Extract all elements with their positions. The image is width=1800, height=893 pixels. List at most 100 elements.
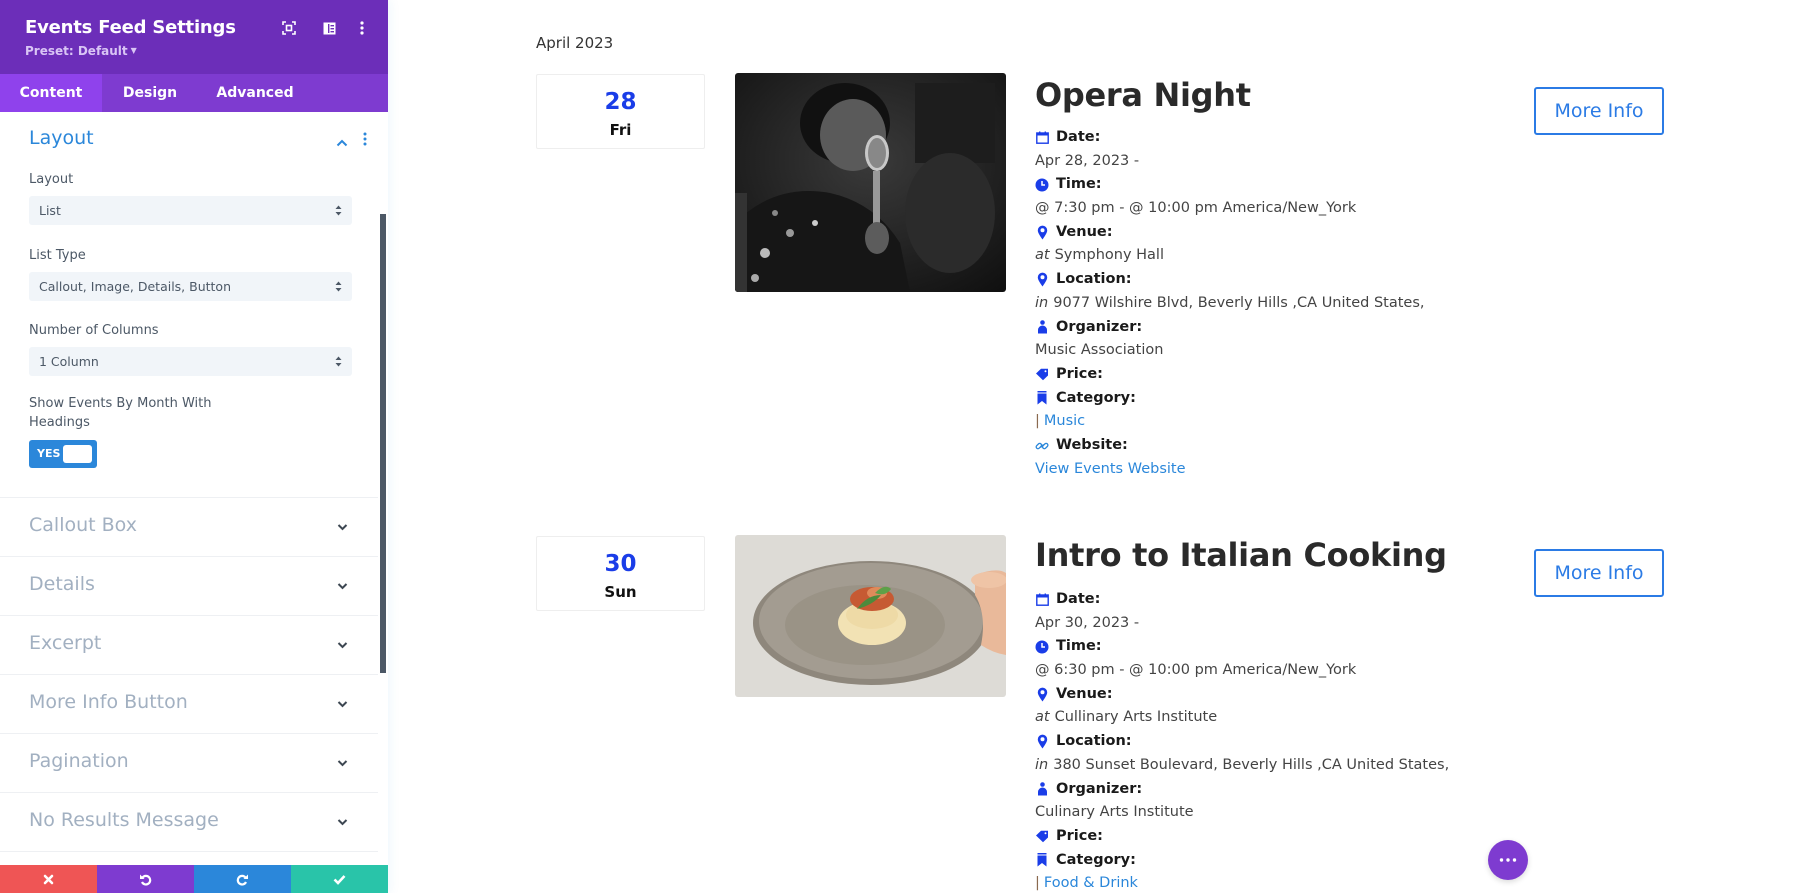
- pasta-photo: [735, 535, 1006, 697]
- organizer-value: Culinary Arts Institute: [1035, 804, 1194, 821]
- sidebar-scrollbar[interactable]: [380, 214, 386, 673]
- events-feed: April 2023 28 Fri Opera Night Date: Apr …: [388, 0, 1800, 893]
- map-pin-icon: [1035, 225, 1049, 240]
- redo-button[interactable]: [194, 865, 291, 893]
- event-day: 28: [604, 89, 637, 115]
- category-link[interactable]: Music: [1044, 410, 1085, 434]
- event-date-callout: 28 Fri: [536, 74, 705, 149]
- map-pin-icon: [1035, 687, 1049, 702]
- detail-location-label: Location:: [1035, 730, 1449, 754]
- category-label: Category:: [1056, 389, 1136, 406]
- tab-content[interactable]: Content: [0, 74, 102, 112]
- person-icon: [1035, 320, 1049, 335]
- tab-advanced[interactable]: Advanced: [198, 74, 312, 112]
- event-image[interactable]: [735, 535, 1006, 697]
- section-label: Callout Box: [29, 514, 137, 536]
- divider: [0, 851, 378, 852]
- detail-organizer-label: Organizer:: [1035, 316, 1425, 340]
- detail-date-label: Date:: [1035, 588, 1449, 612]
- select-arrows-icon: [335, 281, 342, 292]
- venue-label: Venue:: [1056, 223, 1113, 240]
- redo-icon: [236, 874, 248, 886]
- discard-button[interactable]: [0, 865, 97, 893]
- list-type-select[interactable]: Callout, Image, Details, Button: [29, 272, 352, 301]
- category-link[interactable]: Food & Drink: [1044, 872, 1138, 893]
- focus-mode-icon[interactable]: [279, 18, 299, 38]
- layout-field-label: Layout: [29, 172, 74, 187]
- undo-button[interactable]: [97, 865, 194, 893]
- tab-design[interactable]: Design: [102, 74, 198, 112]
- split-view-icon[interactable]: [319, 18, 339, 38]
- more-actions-button[interactable]: [1488, 840, 1528, 880]
- layout-select[interactable]: List: [29, 196, 352, 225]
- organizer-value: Music Association: [1035, 342, 1164, 359]
- section-options-icon[interactable]: [363, 132, 369, 148]
- sidebar-footer: [0, 865, 388, 893]
- venue-value: Cullinary Arts Institute: [1054, 709, 1218, 726]
- location-prefix: in: [1035, 756, 1049, 773]
- caret-down-icon: ▼: [130, 46, 137, 55]
- save-button[interactable]: [291, 865, 388, 893]
- link-icon: [1035, 438, 1049, 453]
- more-info-button[interactable]: More Info: [1534, 87, 1664, 135]
- event-title[interactable]: Opera Night: [1035, 76, 1251, 114]
- section-callout-box[interactable]: Callout Box: [0, 497, 378, 556]
- calendar-icon: [1035, 130, 1049, 145]
- time-label: Time:: [1056, 176, 1102, 193]
- columns-select-value: 1 Column: [39, 354, 99, 369]
- date-label: Date:: [1056, 591, 1101, 607]
- location-value: 380 Sunset Boulevard, Beverly Hills ,CA …: [1053, 756, 1450, 773]
- location-label: Location:: [1056, 733, 1132, 750]
- detail-time-label: Time:: [1035, 635, 1449, 659]
- section-details[interactable]: Details: [0, 556, 378, 615]
- undo-icon: [140, 874, 152, 886]
- columns-select[interactable]: 1 Column: [29, 347, 352, 376]
- more-info-button[interactable]: More Info: [1534, 549, 1664, 597]
- detail-category-value: | Food & Drink: [1035, 872, 1449, 893]
- event-weekday: Fri: [609, 121, 632, 139]
- section-more-info-button[interactable]: More Info Button: [0, 674, 378, 733]
- category-label: Category:: [1056, 851, 1136, 868]
- category-separator: |: [1035, 413, 1040, 430]
- more-options-icon[interactable]: [352, 18, 372, 38]
- detail-category-label: Category:: [1035, 849, 1449, 873]
- section-excerpt[interactable]: Excerpt: [0, 615, 378, 674]
- section-label: Pagination: [29, 750, 129, 772]
- detail-venue-label: Venue:: [1035, 221, 1425, 245]
- event-image[interactable]: [735, 73, 1006, 292]
- event-date-callout: 30 Sun: [536, 536, 705, 611]
- detail-time-value: @ 7:30 pm - @ 10:00 pm America/New_York: [1035, 197, 1425, 221]
- map-pin-icon: [1035, 734, 1049, 749]
- toggle-knob: [63, 445, 92, 463]
- detail-location-value: in 9077 Wilshire Blvd, Beverly Hills ,CA …: [1035, 292, 1425, 316]
- event-title[interactable]: Intro to Italian Cooking: [1035, 536, 1447, 574]
- section-layout-title[interactable]: Layout: [29, 127, 94, 149]
- bookmark-icon: [1035, 391, 1049, 406]
- detail-venue-label: Venue:: [1035, 683, 1449, 707]
- price-label: Price:: [1056, 365, 1103, 382]
- detail-location-value: in 380 Sunset Boulevard, Beverly Hills ,C…: [1035, 754, 1449, 778]
- layout-select-value: List: [39, 203, 61, 218]
- section-no-results-message[interactable]: No Results Message: [0, 792, 378, 851]
- chevron-down-icon: [337, 701, 348, 708]
- section-pagination[interactable]: Pagination: [0, 733, 378, 792]
- preset-dropdown[interactable]: Preset: Default ▼: [25, 44, 137, 58]
- section-label: Excerpt: [29, 632, 102, 654]
- detail-category-value: | Music: [1035, 410, 1425, 434]
- bookmark-icon: [1035, 853, 1049, 868]
- detail-date-value: Apr 28, 2023 -: [1035, 150, 1425, 174]
- website-link[interactable]: View Events Website: [1035, 458, 1186, 482]
- chevron-up-icon[interactable]: [336, 134, 348, 147]
- organizer-label: Organizer:: [1056, 318, 1143, 335]
- chevron-down-icon: [337, 642, 348, 649]
- detail-organizer-label: Organizer:: [1035, 778, 1449, 802]
- list-type-select-value: Callout, Image, Details, Button: [39, 279, 231, 294]
- category-separator: |: [1035, 875, 1040, 892]
- detail-time-label: Time:: [1035, 173, 1425, 197]
- detail-price-label: Price:: [1035, 825, 1449, 849]
- settings-tabs: Content Design Advanced: [0, 74, 388, 112]
- check-icon: [333, 874, 346, 885]
- chevron-down-icon: [337, 583, 348, 590]
- ellipsis-icon: [1499, 858, 1517, 862]
- show-by-month-toggle[interactable]: YES: [29, 440, 97, 468]
